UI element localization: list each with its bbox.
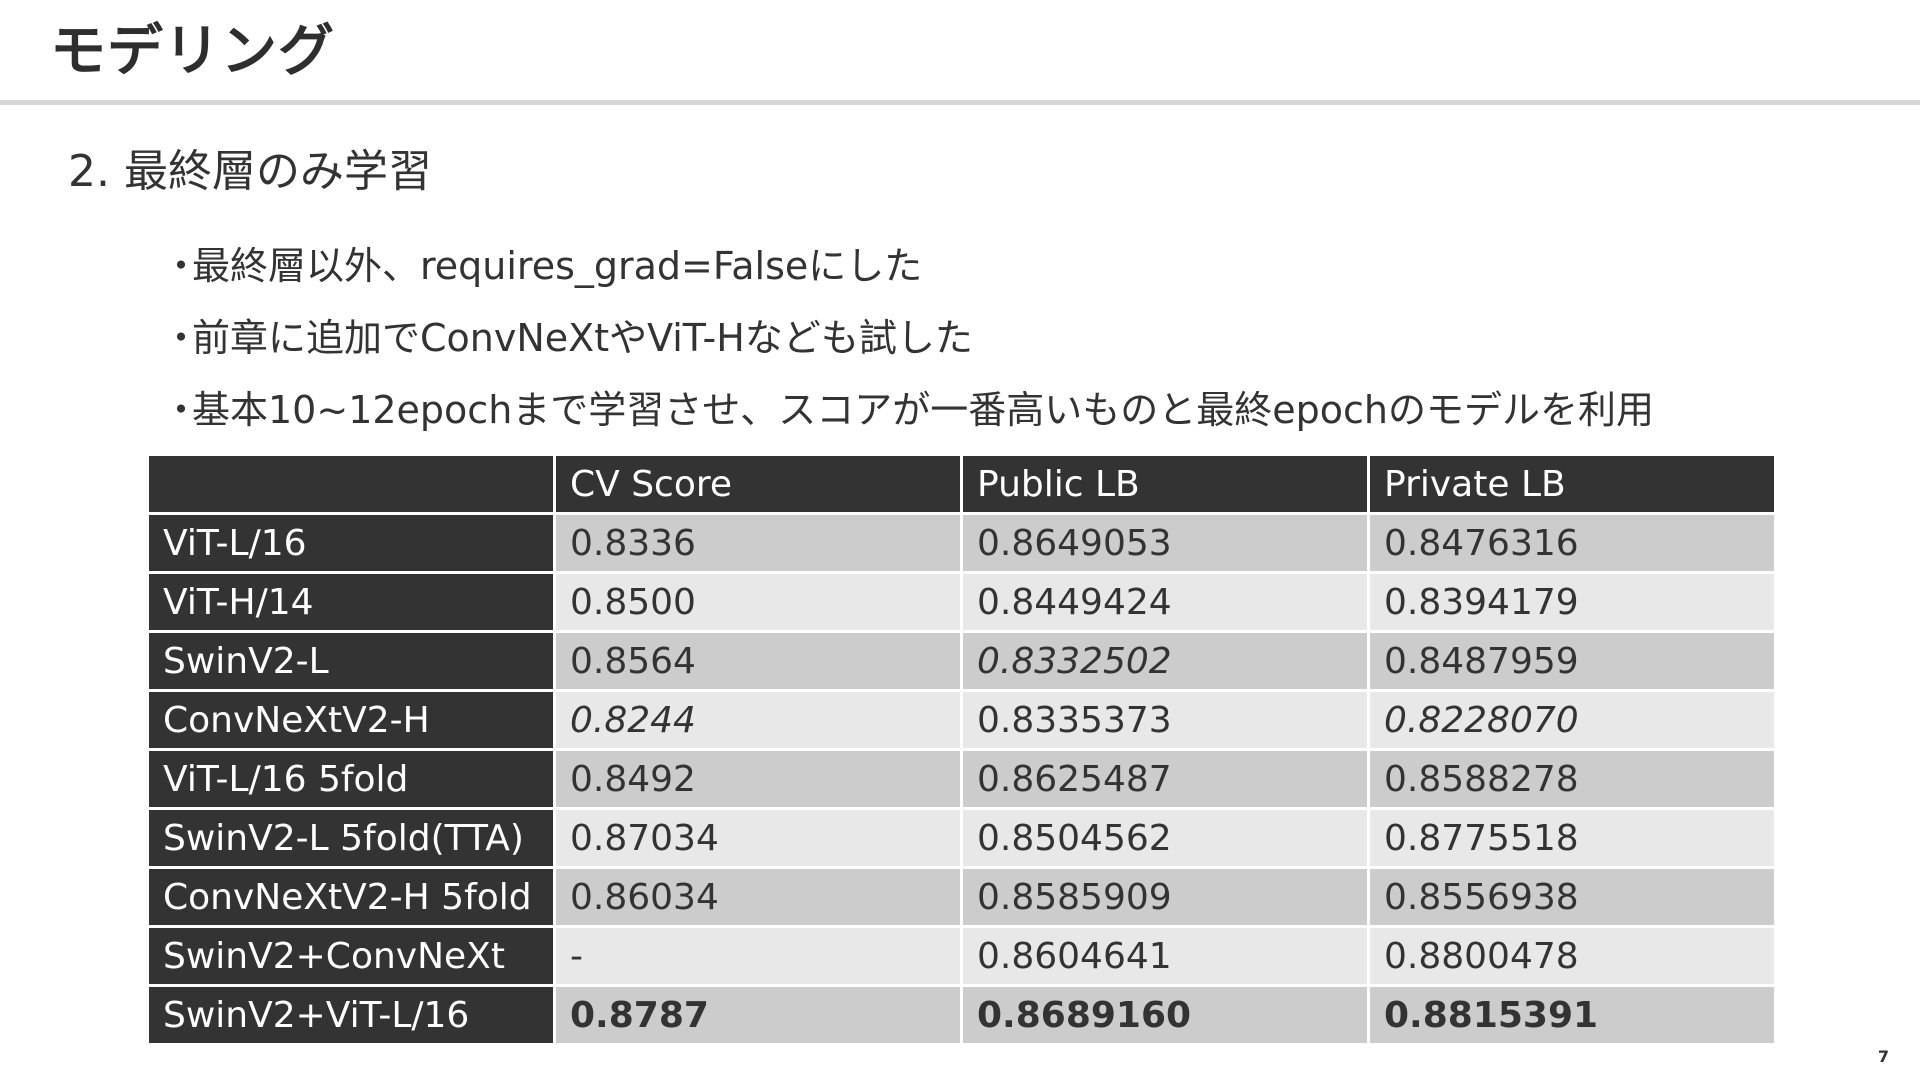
bullet-text: 最終層以外、requires_grad=Falseにした: [192, 244, 923, 288]
table-row: SwinV2+ConvNeXt -0.8604641 0.8800478: [146, 925, 1777, 987]
cv-score-cell: 0.8244: [553, 689, 963, 751]
table-row: SwinV2-L 5fold(TTA) 0.87034 0.8504562 0.877…: [146, 807, 1777, 869]
private-lb-cell: 0.8556938: [1367, 866, 1777, 928]
bullet-text: 前章に追加でConvNeXtやViT-Hなども試した: [192, 316, 973, 360]
table-row: ViT-H/14 0.8500 0.8449424 0.8394179: [146, 571, 1777, 633]
private-lb-cell: 0.8775518: [1367, 807, 1777, 869]
table-row: ViT-L/16 5fold 0.8492 0.8625487 0.8588278: [146, 748, 1777, 810]
table-row: SwinV2+ViT-L/16 0.8787 0.8689160 0.8815391: [146, 984, 1777, 1046]
header-cell-model: [146, 453, 556, 515]
cv-score-cell: 0.87034: [553, 807, 963, 869]
bullet-marker: ・: [162, 316, 201, 360]
table-row: ConvNeXtV2-H 5fold 0.86034 0.8585909 0.8556…: [146, 866, 1777, 928]
private-lb-cell: 0.8815391: [1367, 984, 1777, 1046]
public-lb-cell: 0.8585909: [960, 866, 1370, 928]
header-cell-private-lb: Private LB: [1367, 453, 1777, 515]
public-lb-cell: 0.8332502: [960, 630, 1370, 692]
bullet-list: ・最終層以外、requires_grad=Falseにした ・前章に追加でCon…: [162, 230, 1654, 446]
table-row: ViT-L/16 0.8336 0.8649053 0.8476316: [146, 512, 1777, 574]
cv-score-cell: 0.8336: [553, 512, 963, 574]
private-lb-cell: 0.8476316: [1367, 512, 1777, 574]
table-row: ConvNeXtV2-H 0.8244 0.8335373 0.8228070: [146, 689, 1777, 751]
row-model-name: ViT-L/16: [146, 512, 556, 574]
row-model-name: ConvNeXtV2-H 5fold: [146, 866, 556, 928]
public-lb-cell: 0.8689160: [960, 984, 1370, 1046]
row-model-name: SwinV2-L: [146, 630, 556, 692]
bullet-item: ・基本10~12epochまで学習させ、スコアが一番高いものと最終epochのモ…: [162, 374, 1654, 446]
public-lb-cell: 0.8625487: [960, 748, 1370, 810]
header-cell-public-lb: Public LB: [960, 453, 1370, 515]
private-lb-cell: 0.8800478: [1367, 925, 1777, 987]
table-header-row: CV Score Public LB Private LB: [146, 453, 1777, 515]
row-model-name: SwinV2+ConvNeXt: [146, 925, 556, 987]
cv-score-cell: 0.86034: [553, 866, 963, 928]
table-row: SwinV2-L 0.8564 0.8332502 0.8487959: [146, 630, 1777, 692]
slide-title: モデリング: [50, 19, 335, 84]
title-divider: [0, 100, 1920, 105]
private-lb-cell: 0.8588278: [1367, 748, 1777, 810]
bullet-item: ・最終層以外、requires_grad=Falseにした: [162, 230, 1654, 302]
private-lb-cell: 0.8487959: [1367, 630, 1777, 692]
public-lb-cell: 0.8649053: [960, 512, 1370, 574]
bullet-marker: ・: [162, 388, 201, 432]
bullet-marker: ・: [162, 244, 201, 288]
section-heading: 2. 最終層のみ学習: [68, 146, 432, 197]
row-model-name: SwinV2-L 5fold(TTA): [146, 807, 556, 869]
cv-score-cell: 0.8492: [553, 748, 963, 810]
cv-score-cell: 0.8564: [553, 630, 963, 692]
cv-score-cell: -: [553, 925, 963, 987]
public-lb-cell: 0.8449424: [960, 571, 1370, 633]
row-model-name: ConvNeXtV2-H: [146, 689, 556, 751]
cv-score-cell: 0.8500: [553, 571, 963, 633]
results-table: CV Score Public LB Private LB ViT-L/16 0.…: [146, 453, 1777, 1046]
bullet-text: 基本10~12epochまで学習させ、スコアが一番高いものと最終epochのモデ…: [192, 388, 1655, 432]
page-number: 7: [1877, 1047, 1889, 1066]
public-lb-cell: 0.8504562: [960, 807, 1370, 869]
cv-score-cell: 0.8787: [553, 984, 963, 1046]
row-model-name: SwinV2+ViT-L/16: [146, 984, 556, 1046]
private-lb-cell: 0.8228070: [1367, 689, 1777, 751]
header-cell-cv-score: CV Score: [553, 453, 963, 515]
public-lb-cell: 0.8604641: [960, 925, 1370, 987]
public-lb-cell: 0.8335373: [960, 689, 1370, 751]
row-model-name: ViT-L/16 5fold: [146, 748, 556, 810]
private-lb-cell: 0.8394179: [1367, 571, 1777, 633]
bullet-item: ・前章に追加でConvNeXtやViT-Hなども試した: [162, 302, 1654, 374]
row-model-name: ViT-H/14: [146, 571, 556, 633]
